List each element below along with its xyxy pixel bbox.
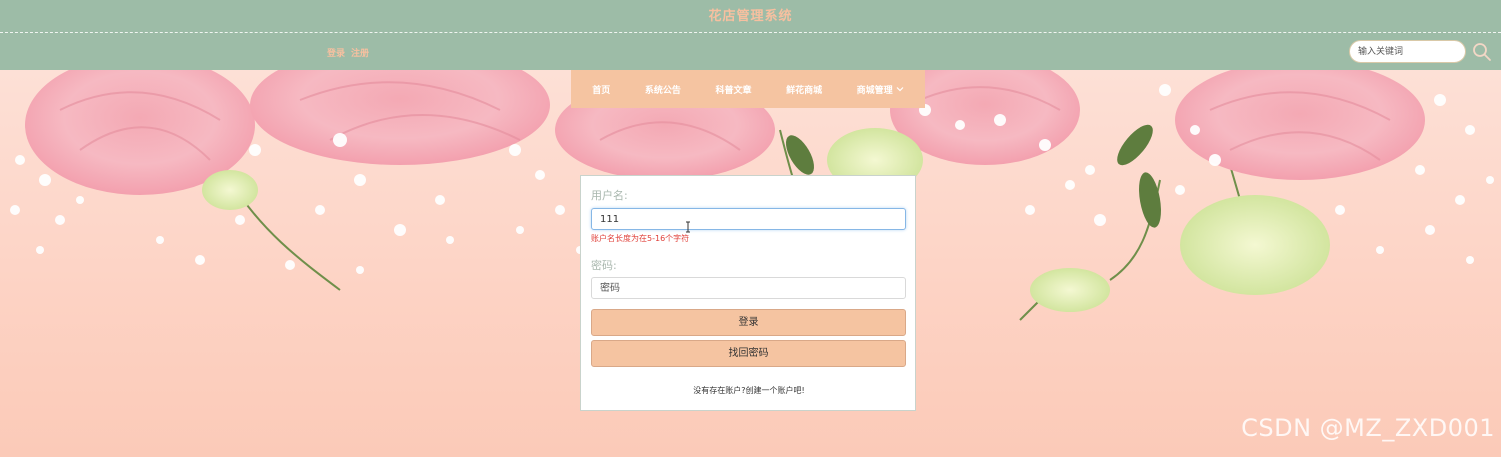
nav-item-label: 科普文章 — [715, 85, 752, 96]
username-field[interactable] — [591, 208, 906, 230]
login-link[interactable]: 登录 — [327, 46, 345, 59]
header-divider — [0, 32, 1501, 33]
username-label: 用户名: — [591, 189, 628, 202]
nav-item-flower-shop[interactable]: 鲜花商城 — [786, 83, 822, 96]
search-icon[interactable] — [1472, 42, 1492, 62]
nav-item-label: 鲜花商城 — [786, 85, 823, 96]
username-error: 账户名长度为在5-16个字符 — [591, 234, 690, 243]
register-link[interactable]: 注册 — [351, 46, 369, 59]
create-account-link[interactable]: 没有存在账户?创建一个账户吧! — [581, 385, 917, 396]
top-header: 花店管理系统 登录 注册 — [0, 0, 1501, 70]
nav-item-label: 系统公告 — [644, 85, 681, 96]
text-cursor-icon — [686, 221, 690, 233]
login-button[interactable]: 登录 — [591, 309, 906, 336]
watermark: CSDN @MZ_ZXD001 — [1241, 414, 1495, 442]
chevron-down-icon — [896, 87, 904, 92]
nav-item-announcements[interactable]: 系统公告 — [645, 83, 681, 96]
nav-item-home[interactable]: 首页 — [592, 83, 610, 96]
main-nav: 首页 系统公告 科普文章 鲜花商城 商城管理 — [571, 70, 925, 108]
login-card: 用户名: 账户名长度为在5-16个字符 密码: 登录 找回密码 没有存在账户?创… — [580, 175, 916, 411]
nav-item-articles[interactable]: 科普文章 — [715, 83, 751, 96]
password-label: 密码: — [591, 259, 617, 272]
search-input[interactable] — [1349, 40, 1466, 63]
nav-item-label: 首页 — [592, 85, 611, 96]
password-field[interactable] — [591, 277, 906, 299]
nav-item-label: 商城管理 — [856, 85, 893, 96]
site-title: 花店管理系统 — [708, 9, 793, 24]
nav-item-shop-management[interactable]: 商城管理 — [857, 83, 904, 96]
forgot-password-button[interactable]: 找回密码 — [591, 340, 906, 367]
auth-links: 登录 注册 — [327, 46, 369, 59]
